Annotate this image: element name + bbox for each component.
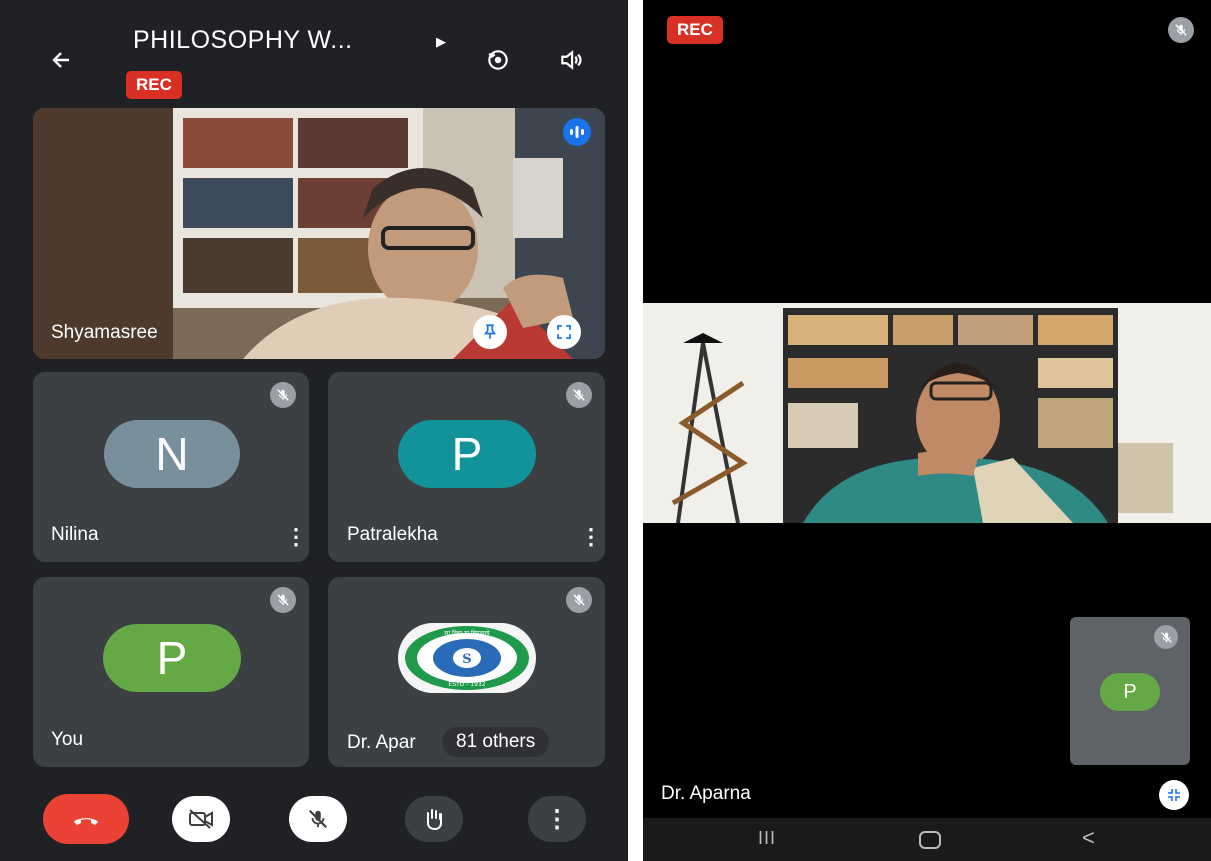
mic-off-icon [270, 587, 296, 613]
college-logo-emblem: S सा विद्या या विमुक्तये ESTD - 1932 [405, 626, 529, 690]
speaker-video-tile[interactable]: Shyamasree [33, 108, 605, 359]
raise-hand-button[interactable] [405, 796, 463, 842]
mic-off-icon [566, 587, 592, 613]
left-phone-screen: PHILOSOPHY W... ▶ REC Shyamasree N Nilin… [0, 0, 628, 861]
fullscreen-icon[interactable] [547, 315, 581, 349]
avatar-you: P [103, 624, 241, 692]
avatar-patralekha: P [398, 420, 536, 488]
speaker-name-label: Shyamasree [51, 322, 158, 343]
speaker-icon[interactable] [555, 44, 587, 76]
mic-off-icon [270, 382, 296, 408]
back-icon[interactable]: < [1082, 825, 1095, 851]
participant-tile-patralekha[interactable]: P Patralekha ⋮ [328, 372, 605, 562]
meeting-title[interactable]: PHILOSOPHY W... [133, 26, 353, 55]
audio-indicator-icon [563, 118, 591, 146]
self-avatar: P [1100, 673, 1160, 711]
mic-off-icon [308, 809, 328, 829]
participant-name-you: You [51, 729, 84, 750]
camera-off-icon [189, 809, 213, 829]
rec-badge: REC [126, 71, 182, 99]
camera-toggle-button[interactable] [172, 796, 230, 842]
recents-icon[interactable]: III [758, 828, 776, 849]
logo-bottom-text: ESTD - 1932 [448, 681, 485, 688]
main-speaker-video[interactable] [643, 303, 1211, 523]
minimize-icon[interactable] [1159, 780, 1189, 810]
mic-off-icon [566, 382, 592, 408]
participant-tile-you[interactable]: P You [33, 577, 309, 767]
mic-off-icon [1154, 625, 1178, 649]
back-arrow-icon[interactable] [45, 44, 77, 76]
participant-tile-nilina[interactable]: N Nilina ⋮ [33, 372, 309, 562]
caret-right-icon[interactable]: ▶ [436, 34, 446, 50]
mic-toggle-button[interactable] [289, 796, 347, 842]
right-phone-screen: REC P Dr. Aparna III < [643, 0, 1211, 861]
pin-icon[interactable] [473, 315, 507, 349]
self-view-tile[interactable]: P [1070, 617, 1190, 765]
logo-top-text: सा विद्या या विमुक्तये [444, 629, 490, 637]
mic-off-icon [1168, 17, 1194, 43]
more-options-icon[interactable]: ⋮ [285, 526, 307, 548]
participant-name-patralekha: Patralekha [347, 524, 438, 545]
end-call-button[interactable] [43, 794, 129, 844]
college-logo: S सा विद्या या विमुक्तये ESTD - 1932 [398, 623, 536, 693]
participant-name-nilina: Nilina [51, 524, 99, 545]
avatar-nilina: N [104, 420, 240, 488]
participant-name-dr-apar: Dr. Apar [347, 732, 416, 753]
participant-tile-dr-aparna[interactable]: S सा विद्या या विमुक्तये ESTD - 1932 Dr.… [328, 577, 605, 767]
more-options-button[interactable]: ⋮ [528, 796, 586, 842]
more-options-icon[interactable]: ⋮ [580, 526, 602, 548]
rec-badge: REC [667, 16, 723, 44]
logo-center-letter: S [462, 652, 471, 667]
switch-camera-icon[interactable] [482, 44, 514, 76]
raise-hand-icon [427, 809, 442, 831]
home-icon[interactable] [919, 831, 941, 849]
android-nav-bar: III < [643, 818, 1211, 861]
main-speaker-name: Dr. Aparna [661, 783, 751, 804]
others-count-chip[interactable]: 81 others [442, 727, 550, 757]
more-vert-icon: ⋮ [545, 805, 569, 833]
end-call-icon [74, 818, 98, 825]
